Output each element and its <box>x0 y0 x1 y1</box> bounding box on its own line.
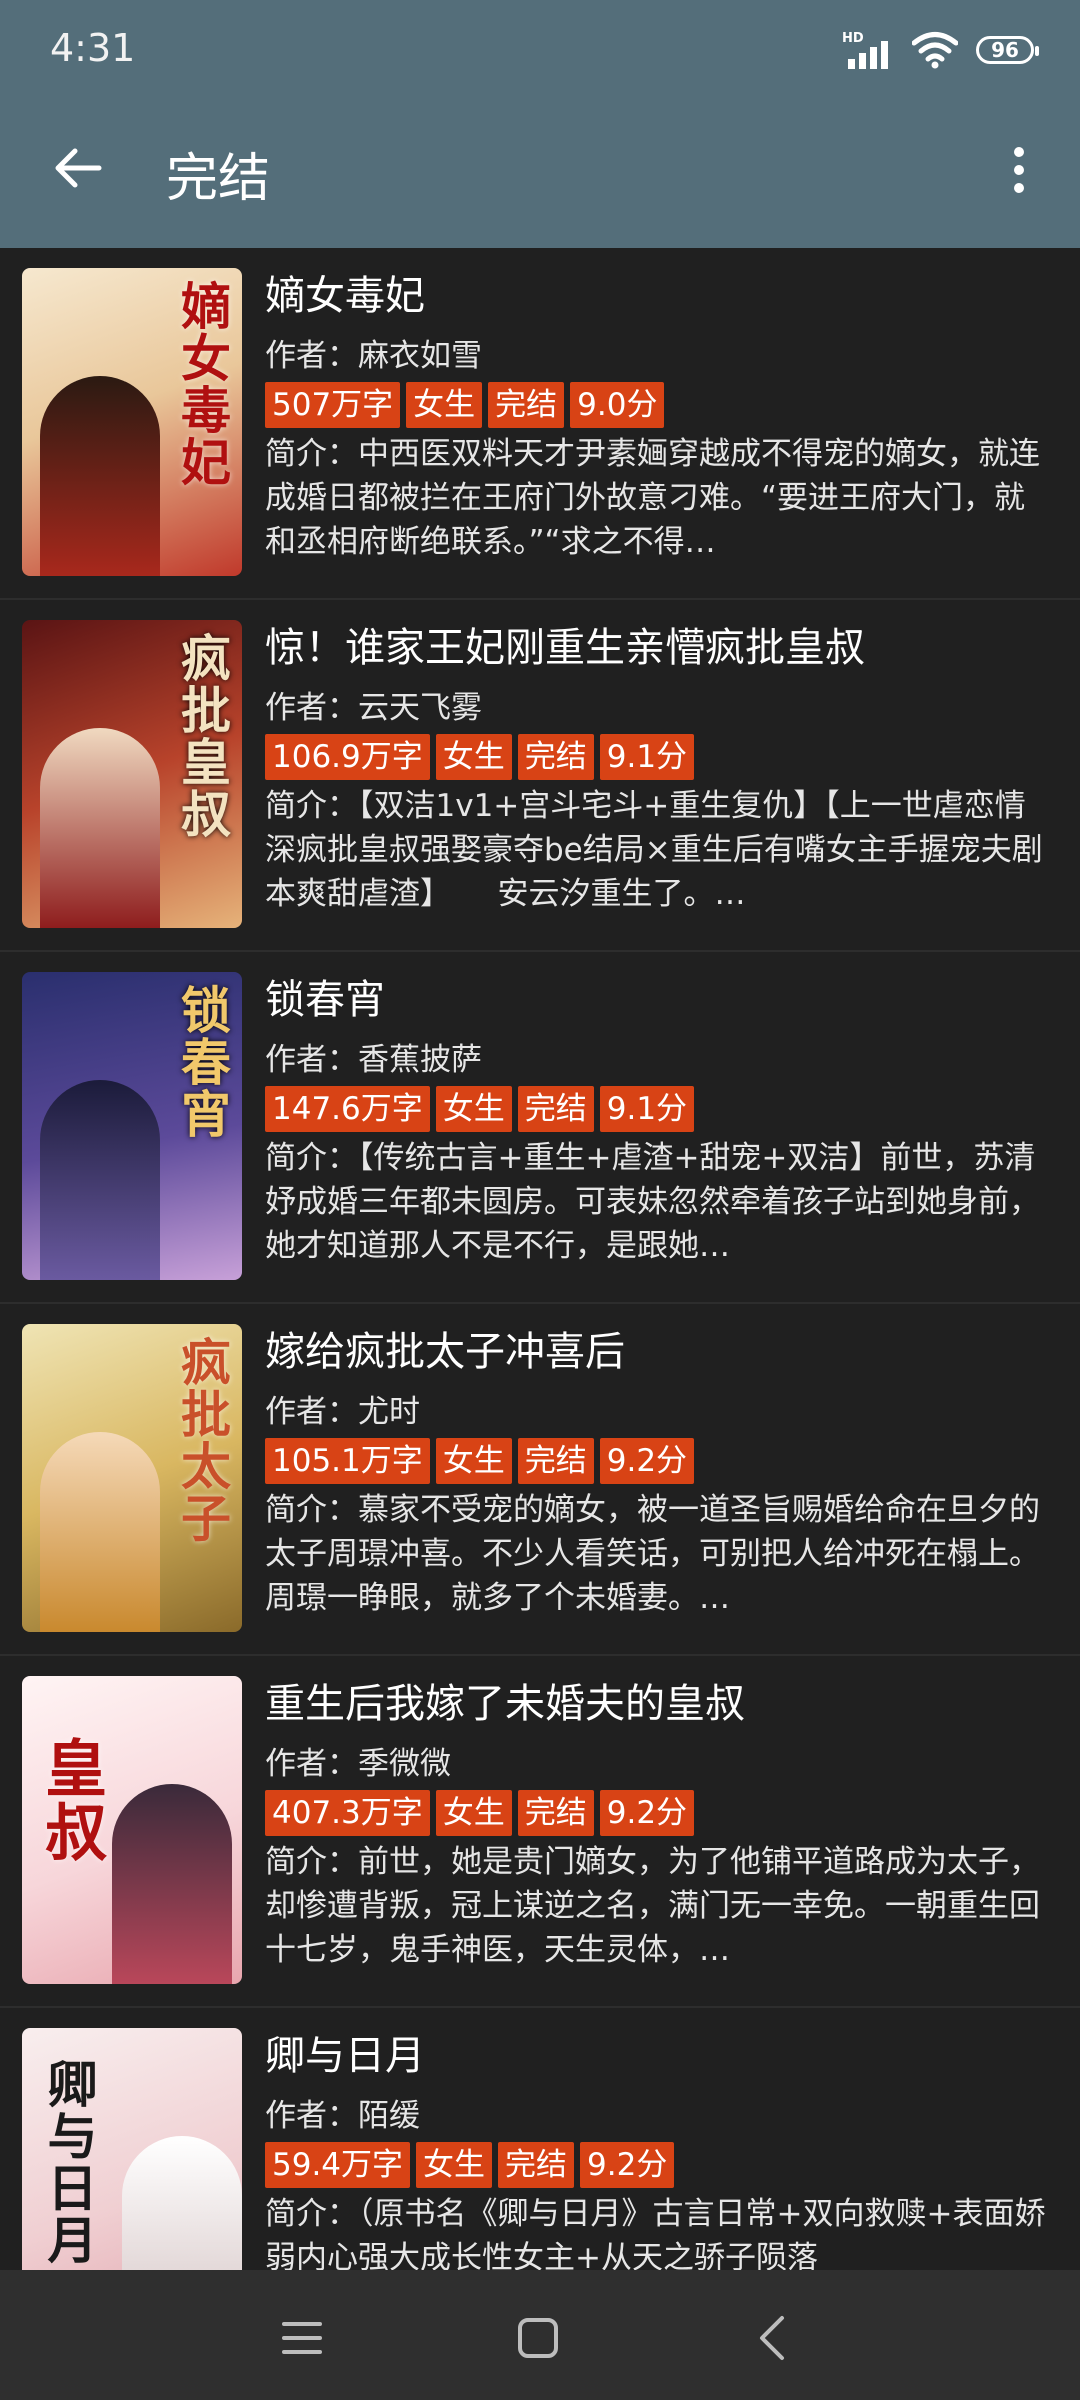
score-tag: 9.1分 <box>599 1086 695 1132</box>
word-count-tag: 106.9万字 <box>265 734 430 780</box>
book-tags: 407.3万字 女生 完结 9.2分 <box>265 1790 1050 1836</box>
category-tag: 女生 <box>435 1438 512 1484</box>
status-tag: 完结 <box>517 1438 594 1484</box>
book-author: 作者：香蕉披萨 <box>265 1042 482 1078</box>
book-intro: 简介：前世，她是贵门嫡女，为了他铺平道路成为太子，却惨遭背叛，冠上谋逆之名，满门… <box>265 1844 1040 1968</box>
status-tag: 完结 <box>498 2142 575 2188</box>
book-intro: 简介：慕家不受宠的嫡女，被一道圣旨赐婚给命在旦夕的太子周璟冲喜。不少人看笑话，可… <box>265 1492 1040 1616</box>
status-tag: 完结 <box>517 1790 594 1836</box>
status-tag: 完结 <box>488 382 565 428</box>
more-options-button[interactable] <box>1004 140 1034 200</box>
menu-icon <box>282 2322 322 2354</box>
back-button[interactable] <box>50 140 106 196</box>
book-cover[interactable]: 疯批太子 <box>22 1324 242 1632</box>
cover-title: 卿与日月 <box>39 2058 99 2266</box>
book-title[interactable]: 锁春宵 <box>265 972 1050 1028</box>
status-icons: HD 96 <box>842 30 1039 70</box>
book-info: 嫁给疯批太子冲喜后 作者：尤时 105.1万字 女生 完结 9.2分 简介：慕家… <box>265 1324 1050 1620</box>
score-tag: 9.2分 <box>599 1790 695 1836</box>
system-back-button[interactable] <box>742 2308 802 2368</box>
word-count-tag: 407.3万字 <box>265 1790 430 1836</box>
book-info: 锁春宵 作者：香蕉披萨 147.6万字 女生 完结 9.1分 简介：【传统古言+… <box>265 972 1050 1268</box>
book-intro: 简介：【双洁1v1+宫斗宅斗+重生复仇】【上一世虐恋情深疯批皇叔强娶豪夺be结局… <box>265 788 1043 912</box>
status-time: 4:31 <box>50 26 136 70</box>
book-item[interactable]: 嫡女毒妃 嫡女毒妃 作者：麻衣如雪 507万字 女生 完结 9.0分 简介：中西… <box>0 248 1080 600</box>
book-tags: 59.4万字 女生 完结 9.2分 <box>265 2142 1050 2188</box>
cover-title: 嫡女毒妃 <box>173 280 232 488</box>
book-intro: 简介：【传统古言+重生+虐渣+甜宠+双洁】前世，苏清妤成婚三年都未圆房。可表妹忽… <box>265 1140 1040 1264</box>
book-title[interactable]: 重生后我嫁了未婚夫的皇叔 <box>265 1676 1050 1732</box>
book-cover[interactable]: 皇叔 <box>22 1676 242 1984</box>
book-title[interactable]: 卿与日月 <box>265 2028 1050 2084</box>
app-bar: 4:31 HD 96 完结 <box>0 0 1080 248</box>
book-intro: 简介：中西医双料天才尹素婳穿越成不得宠的嫡女，就连成婚日都被拦在王府门外故意刁难… <box>265 436 1040 560</box>
status-tag: 完结 <box>517 734 594 780</box>
category-tag: 女生 <box>406 382 483 428</box>
cover-title: 皇叔 <box>34 1736 108 1864</box>
category-tag: 女生 <box>435 1790 512 1836</box>
book-tags: 147.6万字 女生 完结 9.1分 <box>265 1086 1050 1132</box>
cover-title: 疯批太子 <box>173 1336 232 1544</box>
arrow-left-icon <box>55 148 102 188</box>
category-tag: 女生 <box>435 734 512 780</box>
word-count-tag: 59.4万字 <box>265 2142 411 2188</box>
cover-title: 疯批皇叔 <box>173 632 232 840</box>
book-tags: 105.1万字 女生 完结 9.2分 <box>265 1438 1050 1484</box>
book-cover[interactable]: 疯批皇叔 <box>22 620 242 928</box>
book-item[interactable]: 疯批太子 嫁给疯批太子冲喜后 作者：尤时 105.1万字 女生 完结 9.2分 … <box>0 1304 1080 1656</box>
book-info: 重生后我嫁了未婚夫的皇叔 作者：季微微 407.3万字 女生 完结 9.2分 简… <box>265 1676 1050 1972</box>
book-intro: 简介：（原书名《卿与日月》古言日常+双向救赎+表面娇弱内心强大成长性女主+从天之… <box>265 2196 1046 2270</box>
book-author: 作者：陌缓 <box>265 2098 420 2134</box>
wifi-icon <box>912 32 958 69</box>
book-item[interactable]: 皇叔 重生后我嫁了未婚夫的皇叔 作者：季微微 407.3万字 女生 完结 9.2… <box>0 1656 1080 2008</box>
system-nav-bar <box>0 2270 1080 2400</box>
word-count-tag: 147.6万字 <box>265 1086 430 1132</box>
book-info: 卿与日月 作者：陌缓 59.4万字 女生 完结 9.2分 简介：（原书名《卿与日… <box>265 2028 1050 2270</box>
category-tag: 女生 <box>435 1086 512 1132</box>
word-count-tag: 507万字 <box>265 382 401 428</box>
score-tag: 9.1分 <box>599 734 695 780</box>
book-info: 惊！谁家王妃刚重生亲懵疯批皇叔 作者：云天飞雾 106.9万字 女生 完结 9.… <box>265 620 1050 916</box>
book-author: 作者：季微微 <box>265 1746 451 1782</box>
more-vertical-icon <box>1014 147 1024 157</box>
recents-button[interactable] <box>272 2308 332 2368</box>
book-cover[interactable]: 锁春宵 <box>22 972 242 1280</box>
book-item[interactable]: 锁春宵 锁春宵 作者：香蕉披萨 147.6万字 女生 完结 9.1分 简介：【传… <box>0 952 1080 1304</box>
book-tags: 106.9万字 女生 完结 9.1分 <box>265 734 1050 780</box>
score-tag: 9.2分 <box>599 1438 695 1484</box>
book-info: 嫡女毒妃 作者：麻衣如雪 507万字 女生 完结 9.0分 简介：中西医双料天才… <box>265 268 1050 564</box>
signal-icon: HD <box>842 31 894 69</box>
word-count-tag: 105.1万字 <box>265 1438 430 1484</box>
page-title: 完结 <box>166 149 271 209</box>
book-author: 作者：麻衣如雪 <box>265 338 482 374</box>
home-button[interactable] <box>508 2308 568 2368</box>
book-list: 嫡女毒妃 嫡女毒妃 作者：麻衣如雪 507万字 女生 完结 9.0分 简介：中西… <box>0 248 1080 2270</box>
book-title[interactable]: 嫁给疯批太子冲喜后 <box>265 1324 1050 1380</box>
home-square-icon <box>518 2318 558 2358</box>
score-tag: 9.0分 <box>570 382 665 428</box>
status-tag: 完结 <box>517 1086 594 1132</box>
book-cover[interactable]: 卿与日月 <box>22 2028 242 2270</box>
book-author: 作者：云天飞雾 <box>265 690 482 726</box>
book-title[interactable]: 惊！谁家王妃刚重生亲懵疯批皇叔 <box>265 620 1050 676</box>
book-cover[interactable]: 嫡女毒妃 <box>22 268 242 576</box>
cover-title: 锁春宵 <box>173 984 232 1140</box>
book-author: 作者：尤时 <box>265 1394 420 1430</box>
score-tag: 9.2分 <box>580 2142 675 2188</box>
book-title[interactable]: 嫡女毒妃 <box>265 268 1050 324</box>
book-item[interactable]: 疯批皇叔 惊！谁家王妃刚重生亲懵疯批皇叔 作者：云天飞雾 106.9万字 女生 … <box>0 600 1080 952</box>
battery-level: 96 <box>991 38 1019 62</box>
battery-icon: 96 <box>976 36 1039 64</box>
back-chevron-icon <box>760 2316 784 2360</box>
category-tag: 女生 <box>416 2142 493 2188</box>
book-item[interactable]: 卿与日月 卿与日月 作者：陌缓 59.4万字 女生 完结 9.2分 简介：（原书… <box>0 2008 1080 2270</box>
book-tags: 507万字 女生 完结 9.0分 <box>265 382 1050 428</box>
